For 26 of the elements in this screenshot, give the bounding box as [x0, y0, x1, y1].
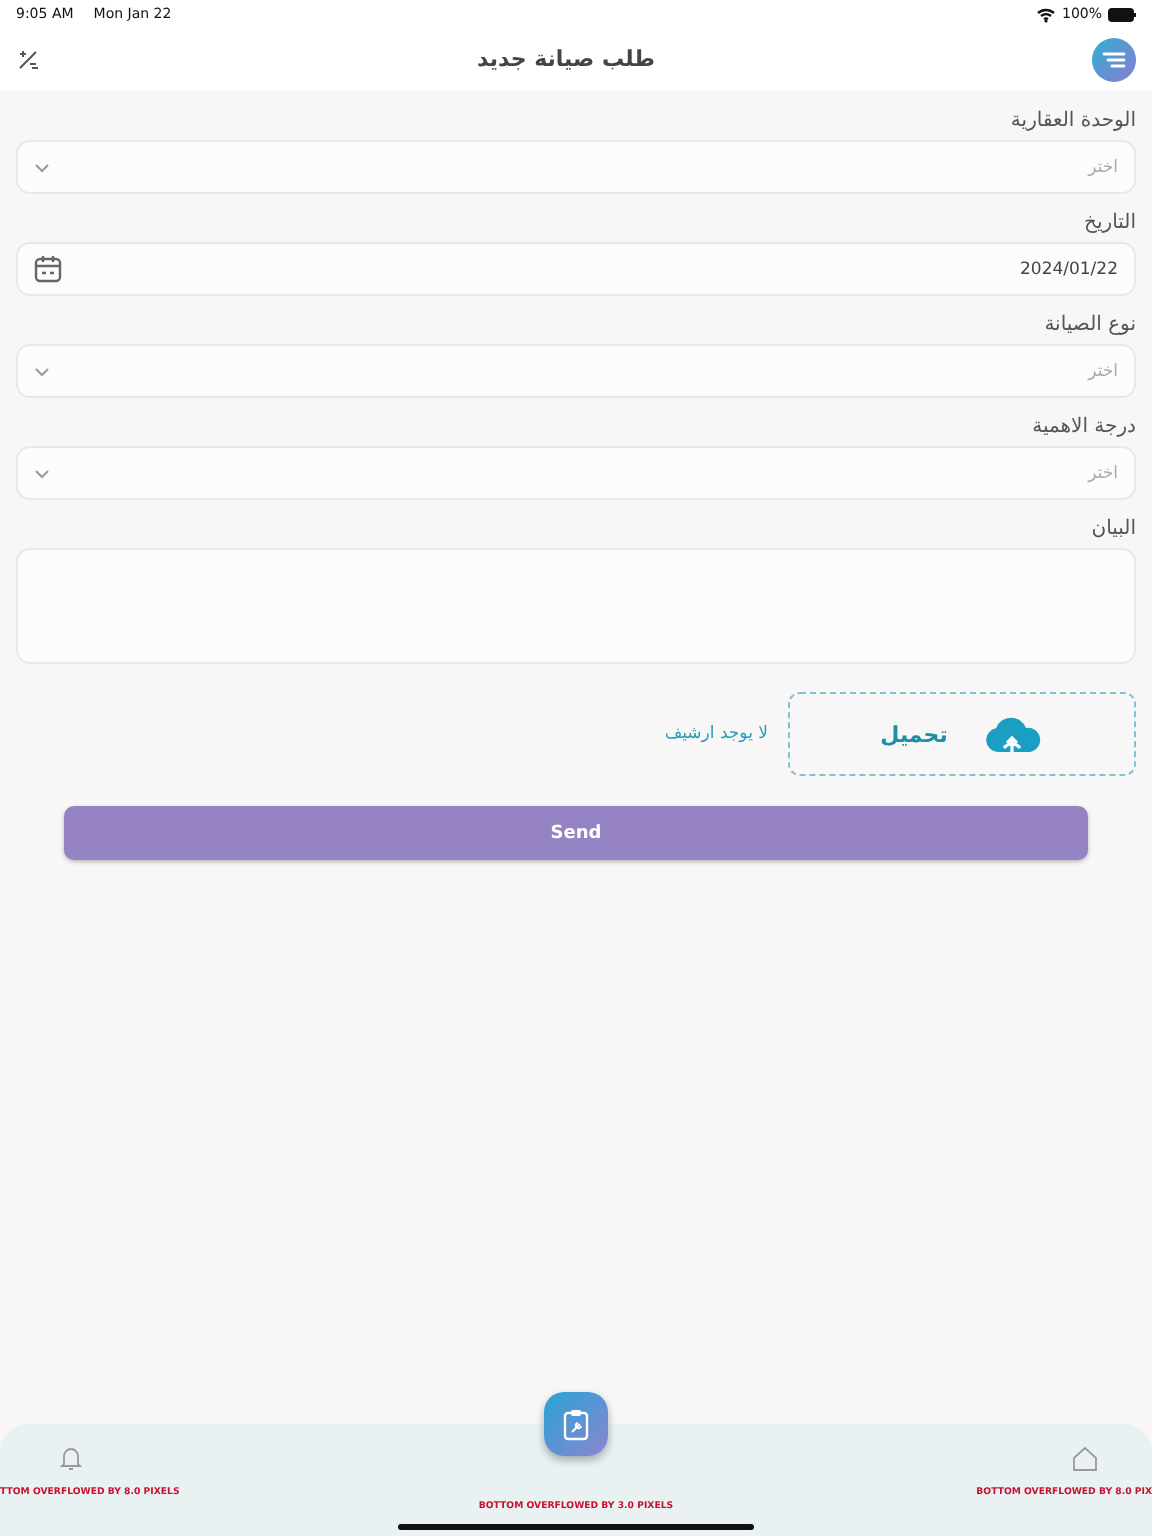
clipboard-wrench-icon: [560, 1407, 592, 1441]
field-label: نوع الصيانة: [1044, 314, 1136, 336]
upload-status: لا يوجد ارشيف: [664, 724, 768, 744]
field-label: البيان: [1091, 518, 1136, 540]
home-icon[interactable]: [1070, 1444, 1100, 1472]
chevron-down-icon: [34, 467, 50, 479]
send-button[interactable]: Send: [64, 806, 1088, 860]
dropdown-field[interactable]: اختر: [16, 344, 1136, 398]
chevron-down-icon: [34, 365, 50, 377]
wifi-icon: [1035, 5, 1056, 23]
dropdown-field[interactable]: اختر: [16, 446, 1136, 500]
field-label: التاريخ: [1084, 212, 1136, 234]
new-request-button[interactable]: [544, 1392, 608, 1456]
field-label: الوحدة العقارية: [1010, 110, 1136, 132]
battery-icon: [1108, 7, 1136, 21]
date-field[interactable]: 2024/01/22: [16, 242, 1136, 296]
chevron-down-icon: [34, 161, 50, 173]
page-title: طلب صيانة جديد: [475, 46, 657, 72]
menu-icon: [1100, 47, 1128, 71]
menu-button[interactable]: [1092, 37, 1136, 81]
upload-button[interactable]: تحميل: [788, 692, 1136, 776]
bell-icon[interactable]: [58, 1444, 84, 1472]
calendar-icon: [34, 254, 62, 284]
field-label: درجة الاهمية: [1032, 416, 1136, 438]
description-field[interactable]: [16, 548, 1136, 664]
dropdown-field[interactable]: اختر: [16, 140, 1136, 194]
